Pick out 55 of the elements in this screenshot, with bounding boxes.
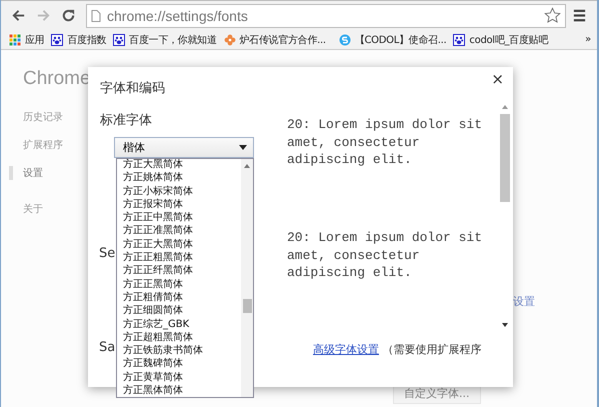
scroll-up-icon[interactable] <box>244 164 250 168</box>
menu-icon[interactable] <box>572 8 587 23</box>
font-option[interactable]: 方正细圆简体 <box>123 304 241 318</box>
font-sample-text: 20: Lorem ipsum dolor sit amet, consectetur adipiscing elit. <box>287 229 484 282</box>
paw-icon <box>113 34 126 46</box>
font-option[interactable]: 方正粗倩简体 <box>123 290 241 304</box>
address-text: chrome://settings/fonts <box>107 8 249 24</box>
font-option[interactable]: 方正小标宋简体 <box>123 184 241 198</box>
font-option[interactable]: 方正超粗黑简体 <box>123 330 241 344</box>
list-scrollbar[interactable] <box>241 159 253 397</box>
font-option[interactable]: 方正铁筋隶书简体 <box>123 344 241 358</box>
font-option[interactable]: 方正姚体简体 <box>123 171 241 185</box>
flower-icon <box>224 34 236 46</box>
font-option[interactable]: 方正正中黑简体 <box>123 211 241 224</box>
font-option[interactable]: 方正综艺_GBK <box>123 318 241 331</box>
address-bar[interactable]: chrome://settings/fonts <box>86 4 566 28</box>
bookmark-item[interactable]: 应用 <box>9 32 44 46</box>
font-sample-text: 20: Lorem ipsum dolor sit amet, consectetur adipiscing elit. <box>287 116 484 169</box>
font-option[interactable]: 方正正大黑简体 <box>123 238 241 252</box>
font-option[interactable]: 方正正纤黑简体 <box>123 264 241 278</box>
font-option[interactable]: 方正正准黑简体 <box>123 224 241 238</box>
font-option[interactable]: 方正正粗黑简体 <box>123 251 241 264</box>
dialog-title: 字体和编码 <box>100 80 165 97</box>
bookmark-item[interactable]: 【CODOL】使命召... <box>338 32 446 46</box>
reload-icon[interactable] <box>61 8 76 23</box>
scrollbar-thumb[interactable] <box>242 299 252 313</box>
font-label: Se <box>99 246 116 261</box>
page-icon <box>91 10 101 22</box>
swirl-icon <box>338 34 351 46</box>
star-icon[interactable] <box>544 7 561 24</box>
bookmark-item[interactable]: codol吧_百度贴吧 <box>453 32 548 46</box>
bookmark-item[interactable]: 百度指数 <box>51 32 106 46</box>
back-icon[interactable] <box>11 8 26 23</box>
advanced-font-settings-link[interactable]: 高级字体设置 <box>313 343 379 356</box>
font-label: Sa <box>99 340 116 355</box>
font-option[interactable]: 方正报宋简体 <box>123 198 241 212</box>
bookmarks-overflow[interactable]: » <box>585 34 591 45</box>
brand-title: Chrome <box>23 68 92 90</box>
paw-icon <box>51 34 64 46</box>
paw-icon <box>453 34 466 46</box>
scrollbar-thumb[interactable] <box>500 114 510 202</box>
bookmark-item[interactable]: 炉石传说官方合作... <box>224 32 326 46</box>
apps-grid-icon <box>9 34 21 46</box>
bookmark-item[interactable]: 百度一下，你就知道 <box>113 32 217 46</box>
dropdown-caret-icon <box>239 145 247 150</box>
font-option[interactable]: 方正魏碑简体 <box>123 357 241 371</box>
font-option[interactable]: 方正黑体简体 <box>123 384 241 397</box>
scroll-up-icon[interactable] <box>502 105 508 109</box>
scroll-down-icon[interactable] <box>502 323 508 327</box>
font-option[interactable]: 方正黄草简体 <box>123 370 241 384</box>
close-button[interactable]: × <box>491 70 504 88</box>
extension-note: （需要使用扩展程序 <box>382 343 482 356</box>
font-select[interactable]: 楷体 <box>114 137 254 158</box>
font-option[interactable]: 方正正黑简体 <box>123 278 241 291</box>
section-heading: 标准字体 <box>100 112 153 130</box>
